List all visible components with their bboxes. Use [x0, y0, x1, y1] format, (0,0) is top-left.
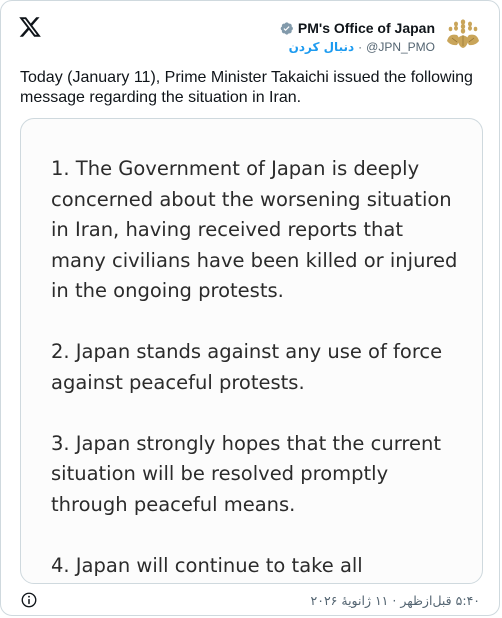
author-display-name: PM's Office of Japan — [297, 20, 435, 36]
tweet-media-image[interactable]: 1. The Government of Japan is deeply con… — [20, 118, 483, 584]
statement-paragraph-1: 1. The Government of Japan is deeply con… — [51, 157, 458, 302]
tweet-card: PM's Office of Japan دنبال کردن · @JPN_P… — [0, 0, 500, 616]
paulownia-crest-icon — [443, 15, 483, 55]
follow-button[interactable]: دنبال کردن — [289, 39, 355, 55]
author-name-row[interactable]: PM's Office of Japan — [279, 19, 435, 37]
avatar[interactable] — [443, 15, 483, 55]
author-handle-row: دنبال کردن · @JPN_PMO — [279, 39, 435, 55]
tweet-timestamp[interactable]: ۵:۴۰ قبل‌ازظهر · ۱۱ ژانویهٔ ۲۰۲۶ — [311, 593, 480, 608]
tweet-footer: ۵:۴۰ قبل‌ازظهر · ۱۱ ژانویهٔ ۲۰۲۶ — [20, 589, 480, 611]
tweet-text: Today (January 11), Prime Minister Takai… — [20, 69, 473, 106]
info-icon[interactable] — [20, 591, 38, 609]
verified-badge-icon — [280, 21, 293, 35]
statement-paragraph-2: 2. Japan stands against any use of force… — [51, 340, 443, 394]
statement-text-block: 1. The Government of Japan is deeply con… — [51, 154, 461, 583]
statement-paragraph-3: 3. Japan strongly hopes that the current… — [51, 431, 441, 516]
statement-paragraph-4: 4. Japan will continue to take all neces… — [51, 553, 363, 577]
separator-dot: · — [358, 40, 363, 54]
author-handle[interactable]: @JPN_PMO — [366, 39, 435, 55]
x-logo-icon[interactable] — [18, 15, 42, 39]
tweet-author: PM's Office of Japan دنبال کردن · @JPN_P… — [279, 19, 435, 55]
